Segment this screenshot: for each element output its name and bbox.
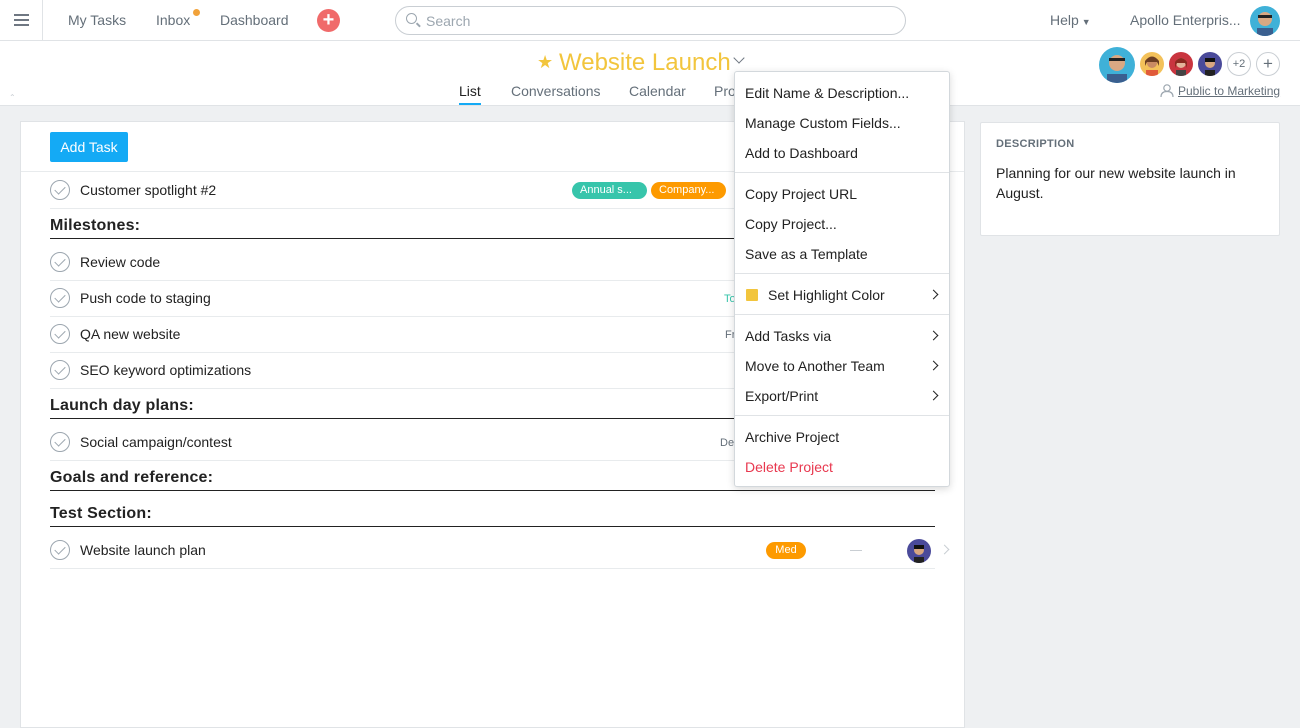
section-name[interactable]: Test Section: bbox=[50, 505, 152, 523]
description-title: DESCRIPTION bbox=[996, 138, 1075, 150]
menu-item-label: Export/Print bbox=[745, 388, 819, 404]
task-name[interactable]: SEO keyword optimizations bbox=[80, 362, 251, 378]
complete-checkbox[interactable] bbox=[50, 540, 70, 560]
visibility-label: Public to Marketing bbox=[1178, 84, 1281, 98]
complete-checkbox[interactable] bbox=[50, 252, 70, 272]
search-bar[interactable] bbox=[395, 6, 906, 35]
quick-add-button[interactable]: + bbox=[317, 9, 340, 32]
plus-icon: + bbox=[322, 9, 335, 31]
hamburger-menu-icon[interactable] bbox=[0, 0, 43, 40]
chevron-right-icon bbox=[928, 289, 939, 300]
member-avatar[interactable] bbox=[1169, 52, 1193, 76]
menu-item-label: Move to Another Team bbox=[745, 358, 885, 374]
add-task-button[interactable]: Add Task bbox=[50, 132, 128, 162]
member-avatar[interactable] bbox=[1099, 47, 1135, 83]
complete-checkbox[interactable] bbox=[50, 288, 70, 308]
color-swatch-icon bbox=[746, 289, 758, 301]
task-name[interactable]: Push code to staging bbox=[80, 290, 211, 306]
tab-calendar[interactable]: Calendar bbox=[629, 83, 686, 99]
complete-checkbox[interactable] bbox=[50, 432, 70, 452]
member-avatar[interactable] bbox=[1140, 52, 1164, 76]
chevron-right-icon[interactable] bbox=[939, 544, 950, 555]
complete-checkbox[interactable] bbox=[50, 324, 70, 344]
menu-divider bbox=[735, 172, 949, 173]
menu-divider bbox=[735, 415, 949, 416]
user-icon bbox=[1160, 84, 1174, 97]
task-name[interactable]: Review code bbox=[80, 254, 160, 270]
collapse-header-icon[interactable]: ⌃ bbox=[9, 93, 16, 102]
priority-badge[interactable]: Med bbox=[766, 542, 806, 559]
description-text[interactable]: Planning for our new website launch in A… bbox=[996, 163, 1256, 203]
chevron-right-icon bbox=[928, 360, 939, 371]
table-row[interactable]: Website launch plan Med bbox=[50, 533, 950, 569]
due-date-text: De bbox=[720, 437, 735, 449]
menu-item-add-tasks-via[interactable]: Add Tasks via bbox=[735, 321, 949, 351]
nav-inbox[interactable]: Inbox bbox=[156, 12, 190, 28]
task-name[interactable]: Social campaign/contest bbox=[80, 434, 232, 450]
complete-checkbox[interactable] bbox=[50, 180, 70, 200]
chevron-right-icon bbox=[928, 390, 939, 401]
menu-item-copy-project[interactable]: Copy Project... bbox=[735, 209, 949, 239]
help-label: Help bbox=[1050, 12, 1079, 28]
section-name[interactable]: Milestones: bbox=[50, 217, 140, 235]
top-bar: My Tasks Inbox Dashboard + Help▼ Apollo … bbox=[0, 0, 1300, 41]
nav-my-tasks[interactable]: My Tasks bbox=[68, 12, 126, 28]
nav-dashboard[interactable]: Dashboard bbox=[220, 12, 289, 28]
menu-item-edit-name[interactable]: Edit Name & Description... bbox=[735, 78, 949, 108]
task-name[interactable]: Customer spotlight #2 bbox=[80, 182, 216, 198]
inbox-notification-dot bbox=[193, 9, 200, 16]
menu-item-manage-custom-fields[interactable]: Manage Custom Fields... bbox=[735, 108, 949, 138]
menu-item-add-to-dashboard[interactable]: Add to Dashboard bbox=[735, 138, 949, 168]
empty-field-dash bbox=[850, 550, 862, 551]
visibility-link[interactable]: Public to Marketing bbox=[1160, 84, 1280, 98]
menu-item-delete-project[interactable]: Delete Project bbox=[735, 452, 949, 482]
chevron-right-icon bbox=[928, 330, 939, 341]
project-menu-chevron-icon[interactable] bbox=[733, 52, 745, 64]
section-header[interactable]: Test Section: bbox=[50, 501, 935, 527]
tag-badge[interactable]: Annual s... bbox=[572, 182, 647, 199]
assignee-avatar[interactable] bbox=[907, 539, 931, 563]
current-user-avatar[interactable] bbox=[1250, 6, 1280, 36]
project-actions-menu: Edit Name & Description... Manage Custom… bbox=[734, 71, 950, 487]
menu-item-label: Add Tasks via bbox=[745, 328, 832, 344]
menu-divider bbox=[735, 314, 949, 315]
task-name[interactable]: QA new website bbox=[80, 326, 180, 342]
task-name[interactable]: Website launch plan bbox=[80, 542, 206, 558]
project-title[interactable]: Website Launch bbox=[559, 49, 731, 77]
search-icon bbox=[406, 13, 417, 24]
add-member-button[interactable]: + bbox=[1256, 52, 1280, 76]
organization-switcher[interactable]: Apollo Enterpris... bbox=[1130, 12, 1241, 28]
section-name[interactable]: Goals and reference: bbox=[50, 469, 213, 487]
menu-item-export-print[interactable]: Export/Print bbox=[735, 381, 949, 411]
star-icon[interactable]: ★ bbox=[537, 52, 553, 73]
menu-item-archive-project[interactable]: Archive Project bbox=[735, 422, 949, 452]
menu-item-move-to-another-team[interactable]: Move to Another Team bbox=[735, 351, 949, 381]
tab-progress[interactable]: Pro bbox=[714, 83, 736, 99]
section-name[interactable]: Launch day plans: bbox=[50, 397, 194, 415]
chevron-down-icon: ▼ bbox=[1081, 17, 1091, 27]
active-tab-indicator bbox=[459, 103, 481, 105]
tab-list[interactable]: List bbox=[459, 83, 481, 99]
project-header: ★ Website Launch List Conversations Cale… bbox=[0, 41, 1300, 106]
help-menu[interactable]: Help ▼ bbox=[1050, 12, 1091, 28]
menu-item-set-highlight-color[interactable]: Set Highlight Color bbox=[735, 280, 949, 310]
search-input[interactable] bbox=[426, 11, 886, 30]
complete-checkbox[interactable] bbox=[50, 360, 70, 380]
tab-conversations[interactable]: Conversations bbox=[511, 83, 601, 99]
menu-item-label: Set Highlight Color bbox=[768, 287, 885, 303]
tag-badge[interactable]: Company... bbox=[651, 182, 726, 199]
description-panel: DESCRIPTION Planning for our new website… bbox=[980, 122, 1280, 236]
menu-item-save-as-template[interactable]: Save as a Template bbox=[735, 239, 949, 269]
more-members-count[interactable]: +2 bbox=[1227, 52, 1251, 76]
menu-item-copy-project-url[interactable]: Copy Project URL bbox=[735, 179, 949, 209]
menu-divider bbox=[735, 273, 949, 274]
member-avatar[interactable] bbox=[1198, 52, 1222, 76]
